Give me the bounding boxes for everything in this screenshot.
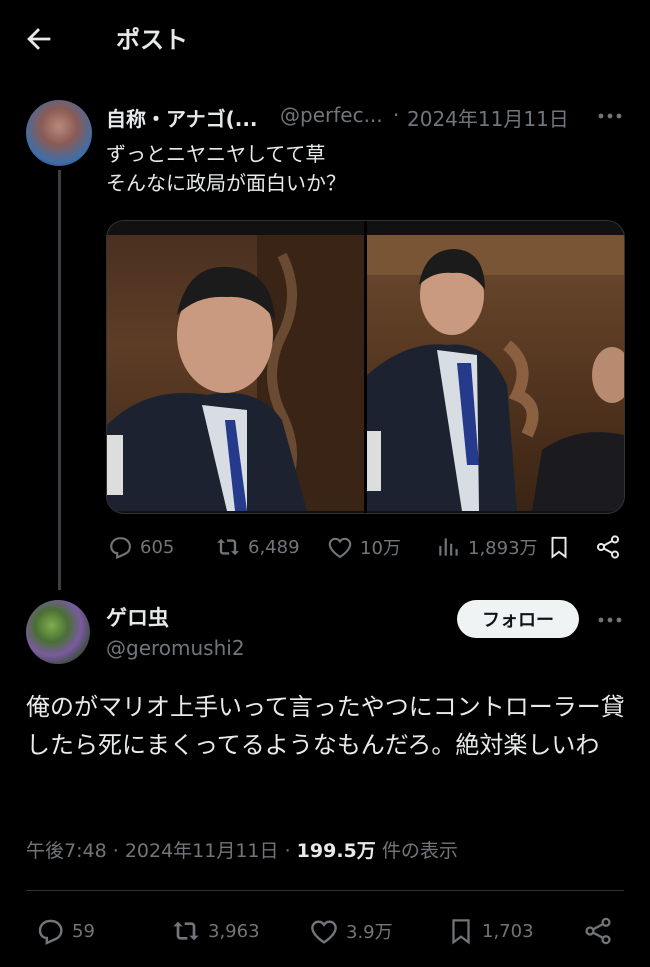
like-action[interactable]: 10万: [326, 533, 401, 561]
user-handle[interactable]: @geromushi2: [106, 636, 245, 660]
reply-icon: [34, 915, 66, 947]
post-text: 俺のがマリオ上手いって言ったやつにコントローラー貸したら死にまくってるようなもん…: [26, 693, 625, 759]
post-meta: 午後7:48 · 2024年11月11日 · 199.5万 件の表示: [26, 836, 458, 863]
post-text-line: ずっとニヤニヤしてて草: [106, 142, 326, 166]
post-time[interactable]: 午後7:48: [26, 840, 107, 862]
photo-right[interactable]: [367, 235, 624, 511]
avatar[interactable]: [26, 100, 92, 166]
back-arrow-icon[interactable]: [22, 22, 56, 56]
display-name[interactable]: ゲロ虫: [106, 602, 169, 632]
follow-button[interactable]: フォロー: [457, 600, 579, 638]
views-icon: [436, 533, 462, 561]
share-icon[interactable]: [582, 915, 614, 947]
more-icon[interactable]: [596, 608, 624, 632]
user-handle[interactable]: @perfec...: [280, 103, 383, 127]
repost-icon: [214, 533, 242, 561]
share-icon[interactable]: [594, 533, 622, 561]
bookmark-icon: [446, 915, 476, 947]
like-icon: [308, 915, 340, 947]
reply-icon: [106, 533, 134, 561]
repost-count: 3,963: [208, 920, 260, 942]
repost-action[interactable]: 3,963: [170, 915, 260, 947]
like-icon: [326, 533, 354, 561]
post-date[interactable]: 2024年11月11日: [125, 840, 279, 862]
more-icon[interactable]: [596, 104, 624, 128]
bookmark-icon[interactable]: [546, 533, 572, 561]
display-name[interactable]: 自称・アナゴ(...: [106, 103, 258, 132]
repost-icon: [170, 915, 202, 947]
repost-count: 6,489: [248, 536, 300, 558]
post-text: ずっとニヤニヤしてて草 そんなに政局が面白いか？: [106, 140, 346, 198]
post-date[interactable]: 2024年11月11日: [407, 103, 569, 132]
divider: [26, 890, 624, 891]
photo-left[interactable]: [107, 235, 364, 511]
avatar[interactable]: [26, 600, 90, 664]
views-count: 1,893万: [468, 538, 538, 559]
like-action[interactable]: 3.9万: [308, 915, 393, 947]
separator-dot: ·: [393, 103, 400, 127]
thread-line: [58, 170, 61, 590]
views-count: 199.5万: [296, 840, 376, 862]
like-count: 10万: [360, 538, 401, 559]
views-action[interactable]: 1,893万: [436, 533, 538, 561]
separator-dot: ·: [284, 840, 291, 862]
media-grid[interactable]: [106, 220, 625, 514]
post-text-line: そんなに政局が面白いか？: [106, 171, 346, 195]
reply-count: 605: [140, 536, 175, 558]
reply-action[interactable]: 59: [34, 915, 95, 947]
bookmark-count: 1,703: [482, 920, 534, 942]
bookmark-action[interactable]: 1,703: [446, 915, 534, 947]
reply-count: 59: [72, 920, 95, 942]
reply-action[interactable]: 605: [106, 533, 174, 561]
views-label: 件の表示: [381, 840, 458, 862]
like-count: 3.9万: [346, 922, 393, 943]
separator-dot: ·: [112, 840, 119, 862]
repost-action[interactable]: 6,489: [214, 533, 300, 561]
page-title: ポスト: [116, 26, 188, 54]
